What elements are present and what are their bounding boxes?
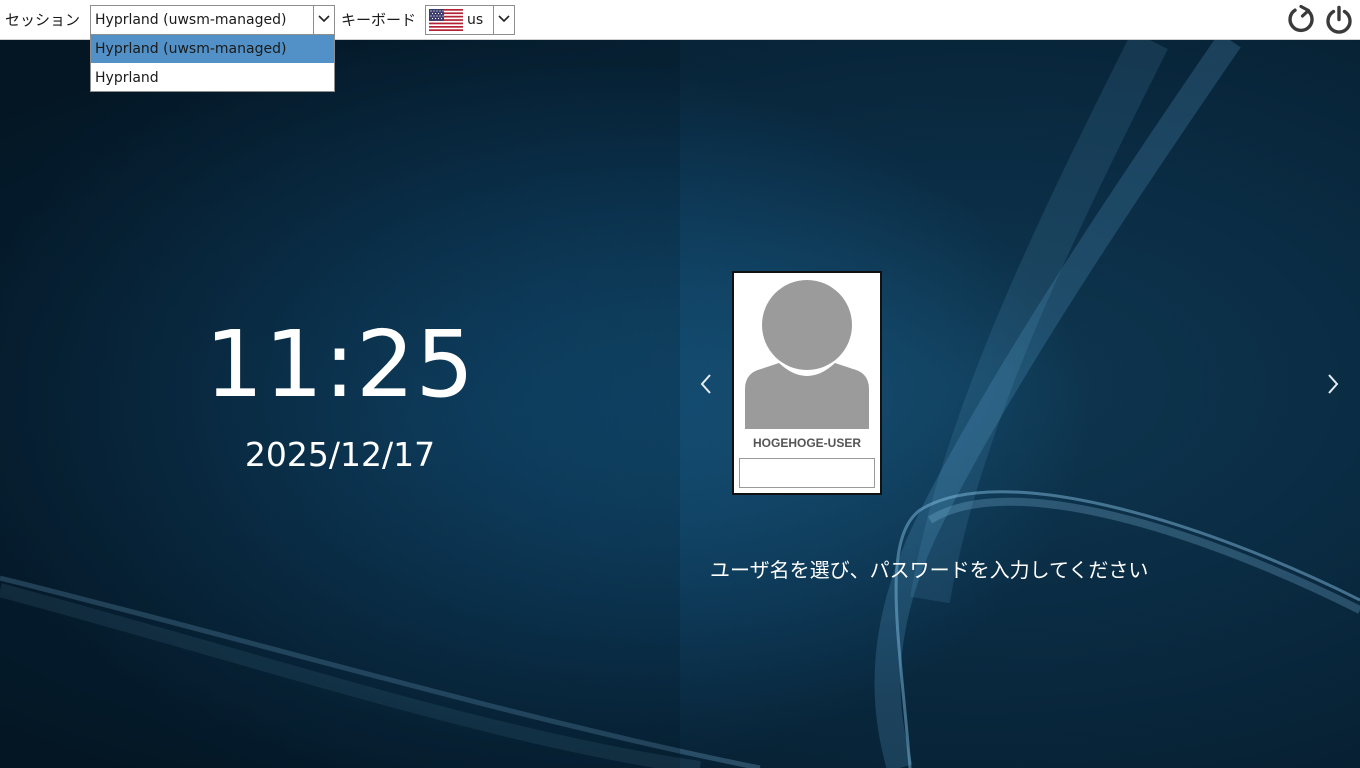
keyboard-select[interactable]: us: [425, 5, 515, 35]
reboot-icon[interactable]: [1286, 5, 1316, 35]
user-card[interactable]: HOGEHOGE-USER: [732, 271, 882, 495]
keyboard-label: キーボード: [341, 11, 417, 29]
clock-date: 2025/12/17: [244, 435, 436, 474]
session-label: セッション: [5, 11, 81, 29]
keyboard-select-value: us: [467, 12, 484, 28]
session-dropdown-button[interactable]: [313, 6, 334, 34]
chevron-down-icon: [318, 15, 330, 23]
login-hint: ユーザ名を選び、パスワードを入力してください: [710, 558, 1149, 582]
password-input[interactable]: [739, 458, 875, 488]
session-option-hyprland[interactable]: Hyprland: [91, 64, 334, 92]
chevron-left-icon[interactable]: [699, 372, 713, 396]
user-name: HOGEHOGE-USER: [752, 436, 861, 450]
chevron-right-icon[interactable]: [1326, 372, 1340, 396]
clock-time: 11:25: [204, 311, 476, 418]
session-option-hyprland-uwsm[interactable]: Hyprland (uwsm-managed): [91, 35, 334, 63]
chevron-down-icon: [498, 15, 510, 23]
session-dropdown-list: Hyprland (uwsm-managed) Hyprland: [90, 34, 335, 92]
user-avatar-icon: [745, 280, 869, 429]
greeter-screen: セッション Hyprland (uwsm-managed) キーボード us H…: [0, 0, 1360, 768]
session-select-value: Hyprland (uwsm-managed): [95, 12, 287, 28]
session-select[interactable]: Hyprland (uwsm-managed): [90, 5, 335, 35]
us-flag-icon: [429, 9, 463, 31]
power-icon[interactable]: [1324, 5, 1354, 35]
keyboard-dropdown-button[interactable]: [493, 6, 514, 34]
